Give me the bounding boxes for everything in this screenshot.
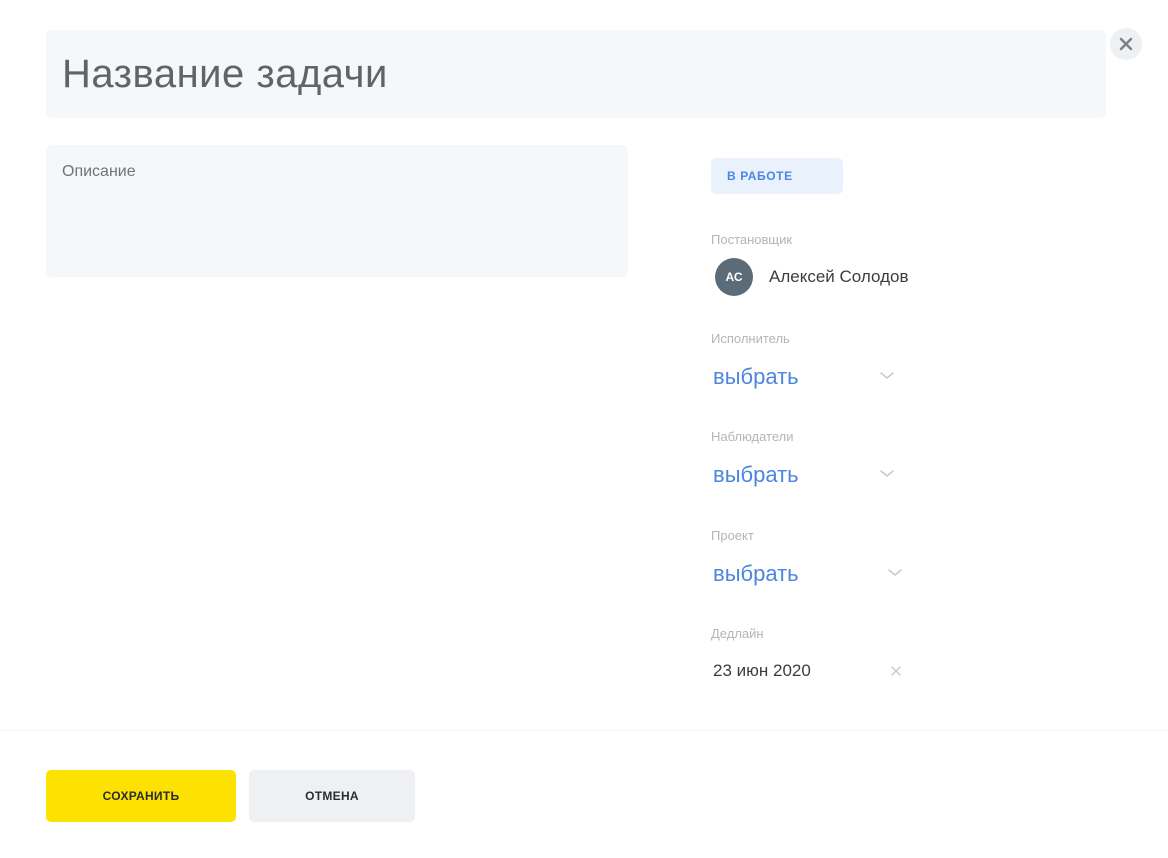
clear-icon[interactable] (889, 664, 903, 678)
assignee-value: выбрать (713, 364, 799, 389)
task-editor-modal: Название задачи Описание В РАБОТЕ Постан… (0, 0, 1168, 858)
footer-divider (0, 730, 1168, 731)
task-description-placeholder: Описание (62, 163, 136, 180)
assignee-select[interactable]: выбрать (713, 362, 913, 392)
project-value: выбрать (713, 561, 799, 586)
chevron-down-icon (888, 569, 902, 576)
task-description-input[interactable]: Описание (46, 145, 628, 277)
save-button[interactable]: СОХРАНИТЬ (46, 770, 236, 822)
close-icon (1119, 37, 1133, 51)
chevron-down-icon (880, 372, 894, 379)
task-title-input[interactable]: Название задачи (46, 30, 1106, 118)
project-select[interactable]: выбрать (713, 559, 913, 589)
chevron-down-icon (880, 470, 894, 477)
author-name: Алексей Солодов (769, 267, 909, 286)
watchers-select[interactable]: выбрать (713, 460, 913, 490)
deadline-value: 23 июн 2020 (713, 661, 811, 680)
assignee-label: Исполнитель (711, 331, 790, 346)
project-label: Проект (711, 528, 754, 543)
watchers-value: выбрать (713, 462, 799, 487)
avatar: АС (715, 258, 753, 296)
deadline-field[interactable]: 23 июн 2020 (713, 658, 913, 684)
status-badge[interactable]: В РАБОТЕ (711, 158, 843, 194)
cancel-button[interactable]: ОТМЕНА (249, 770, 415, 822)
author-row: АС Алексей Солодов (715, 258, 908, 296)
task-title-placeholder: Название задачи (62, 51, 388, 96)
close-button[interactable] (1110, 28, 1142, 60)
author-label: Постановщик (711, 232, 793, 247)
watchers-label: Наблюдатели (711, 429, 794, 444)
deadline-label: Дедлайн (711, 626, 764, 641)
